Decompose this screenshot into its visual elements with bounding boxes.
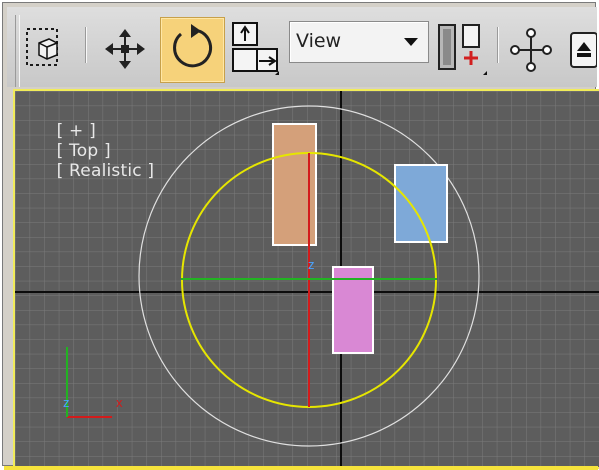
move-icon: [105, 29, 145, 69]
object-box-blue[interactable]: [394, 164, 448, 243]
toolbar-grip[interactable]: [15, 15, 20, 87]
scale-icon: [232, 22, 279, 75]
rotate-button[interactable]: [160, 17, 225, 83]
toolbar-separator: [85, 27, 87, 63]
viewport-menu-shading[interactable]: [ Realistic ]: [57, 161, 155, 181]
tripod-x-label: x: [116, 395, 123, 410]
tripod-z-label: z: [63, 395, 70, 410]
top-viewport[interactable]: z x z [ + ] [ Top ] [ Realistic ]: [13, 89, 599, 469]
status-strip: [4, 466, 598, 470]
link-button[interactable]: [507, 21, 555, 79]
app-frame: View z x z [+] [Top] [Realistic]: [2, 2, 599, 469]
toolbar-separator: [497, 27, 499, 63]
move-button[interactable]: [99, 25, 151, 75]
rotate-icon: [173, 24, 213, 68]
reference-coordinate-dropdown[interactable]: View: [289, 21, 429, 63]
main-toolbar: View: [7, 7, 598, 87]
pivot-icon: [438, 24, 487, 75]
selection-filter-icon: [570, 32, 598, 68]
viewport-menu-view[interactable]: [ Top ]: [57, 141, 111, 161]
view-dropdown-value: View: [296, 30, 342, 52]
scale-button[interactable]: [231, 21, 281, 79]
select-region-icon: [26, 28, 58, 66]
viewport-menu-plus[interactable]: [ + ]: [57, 121, 96, 141]
select-region-button[interactable]: [25, 25, 63, 69]
gizmo-z-label: z: [308, 257, 315, 272]
pivot-button[interactable]: [435, 21, 489, 79]
viewport-label: [ + ] [ Top ] [ Realistic ]: [23, 101, 154, 201]
chevron-down-icon: [404, 38, 418, 46]
selection-filter-button[interactable]: [565, 29, 598, 73]
link-icon: [510, 28, 552, 72]
